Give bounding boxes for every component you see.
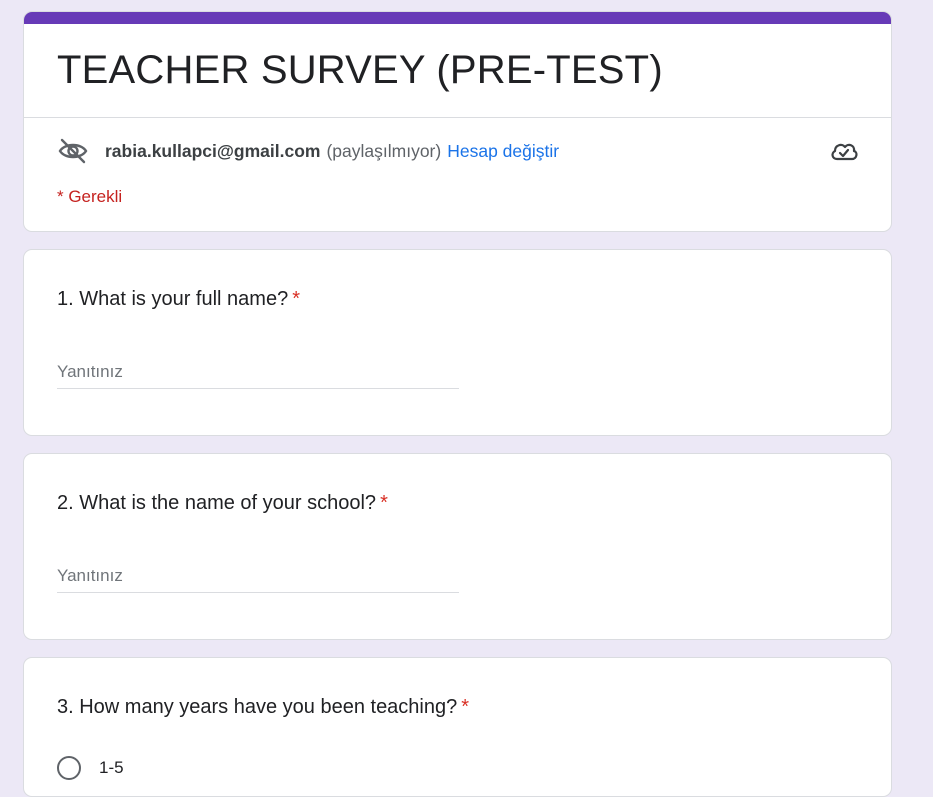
required-note: * Gerekli [57,187,123,206]
question-label: 1. What is your full name? [57,288,289,310]
school-name-input[interactable] [57,560,459,593]
full-name-input[interactable] [57,356,459,389]
cloud-check-icon [829,137,859,165]
question-card: 2. What is the name of your school? * [23,453,892,640]
question-title: 3. How many years have you been teaching… [57,696,469,719]
switch-account-link[interactable]: Hesap değiştir [447,141,559,162]
title-divider [24,117,891,118]
form-title: TEACHER SURVEY (PRE-TEST) [57,48,663,92]
radio-unselected-icon[interactable] [57,756,81,780]
account-row: rabia.kullapci@gmail.com (paylaşılmıyor)… [57,136,871,166]
radio-option[interactable]: 1-5 [57,756,124,780]
eye-off-icon [57,137,89,165]
form-header-card: TEACHER SURVEY (PRE-TEST) rabia.kullapci… [23,11,892,232]
question-card: 3. How many years have you been teaching… [23,657,892,797]
question-label: 2. What is the name of your school? [57,492,377,514]
question-label: 3. How many years have you been teaching… [57,696,458,718]
account-email: rabia.kullapci@gmail.com [105,140,321,161]
question-title: 1. What is your full name? * [57,288,300,311]
not-shared-label: (paylaşılmıyor) [326,140,442,161]
radio-option-label: 1-5 [99,758,124,777]
question-title: 2. What is the name of your school? * [57,492,388,515]
required-star: * [380,492,388,514]
question-card: 1. What is your full name? * [23,249,892,436]
form-accent-bar [24,12,891,24]
required-star: * [292,288,301,310]
required-star: * [461,696,470,718]
